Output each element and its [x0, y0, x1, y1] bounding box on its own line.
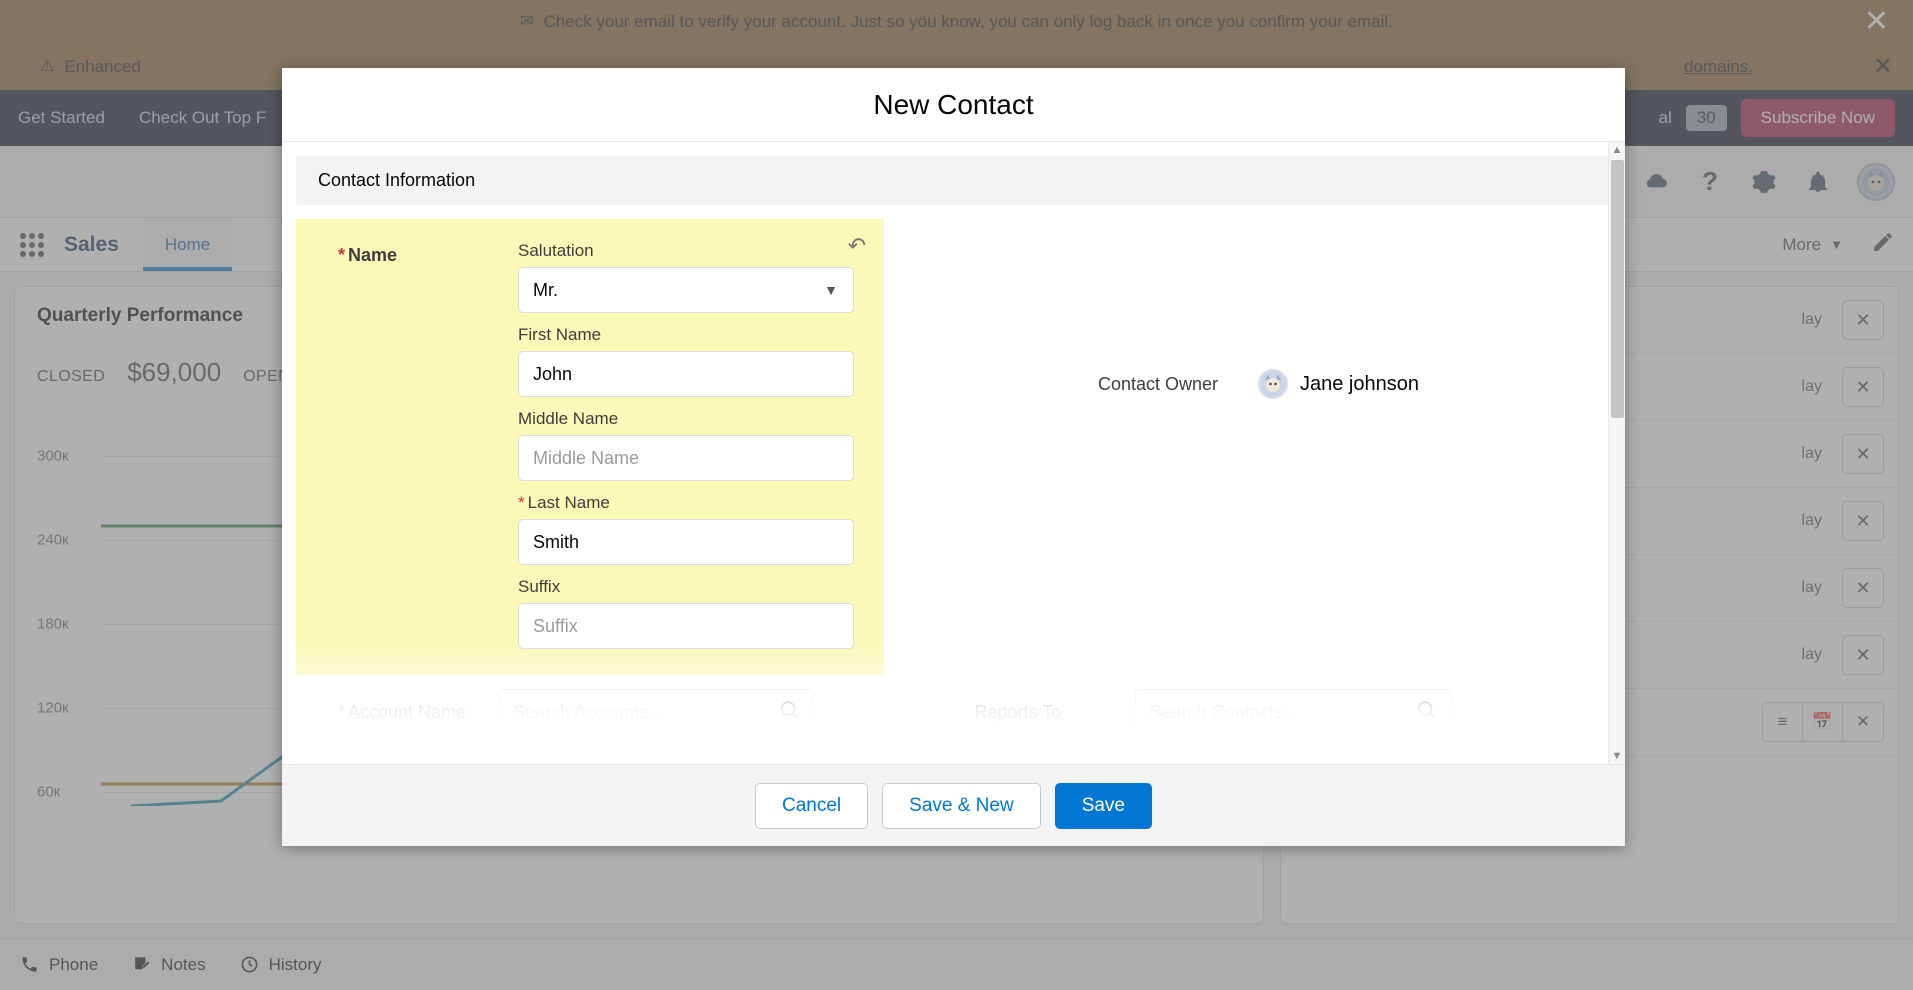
- new-contact-modal: New Contact Contact Information ↶ *Name …: [282, 68, 1625, 846]
- undo-icon[interactable]: ↶: [848, 233, 866, 259]
- scrollbar-thumb[interactable]: [1611, 160, 1624, 418]
- account-name-field: *Account Name: [338, 689, 975, 735]
- last-name-field: *Last Name: [518, 493, 854, 565]
- cancel-button[interactable]: Cancel: [755, 783, 868, 829]
- first-name-input[interactable]: [518, 351, 854, 397]
- first-name-label: First Name: [518, 325, 854, 345]
- last-name-input[interactable]: [518, 519, 854, 565]
- account-reports-row: *Account Name Reports To: [296, 689, 1611, 735]
- scroll-up-arrow-icon[interactable]: ▲: [1609, 142, 1625, 158]
- reports-to-field: Reports To: [975, 689, 1612, 735]
- suffix-input[interactable]: [518, 603, 854, 649]
- reports-to-label: Reports To: [975, 702, 1135, 723]
- contact-owner-field: Contact Owner Jane johnson: [1098, 369, 1419, 399]
- title-input[interactable]: [498, 749, 814, 764]
- modal-footer: Cancel Save & New Save: [282, 764, 1625, 846]
- contact-owner-label: Contact Owner: [1098, 374, 1258, 395]
- account-name-label: *Account Name: [338, 702, 498, 723]
- contact-owner-value: Jane johnson: [1300, 373, 1419, 396]
- required-indicator: *: [338, 702, 345, 722]
- middle-name-label: Middle Name: [518, 409, 854, 429]
- salutation-field: Salutation ▼: [518, 241, 854, 313]
- salutation-label: Salutation: [518, 241, 854, 261]
- contact-information-section-header: Contact Information: [296, 156, 1611, 205]
- salutation-select[interactable]: [518, 267, 854, 313]
- scroll-down-arrow-icon[interactable]: ▼: [1609, 748, 1625, 764]
- owner-avatar: [1258, 369, 1288, 399]
- required-indicator: *: [518, 493, 525, 512]
- title-department-row: Title Department: [296, 749, 1611, 764]
- department-input[interactable]: [1135, 749, 1451, 764]
- name-group-label: *Name: [338, 241, 518, 649]
- save-button[interactable]: Save: [1055, 783, 1152, 829]
- modal-header: New Contact: [282, 68, 1625, 142]
- required-indicator: *: [338, 245, 345, 265]
- title-label: Title: [338, 762, 498, 765]
- title-field: Title: [338, 749, 975, 764]
- suffix-field: Suffix: [518, 577, 854, 649]
- modal-scrollbar[interactable]: ▲ ▼: [1608, 142, 1625, 764]
- department-field: Department: [975, 749, 1612, 764]
- save-and-new-button[interactable]: Save & New: [882, 783, 1041, 829]
- page-title: New Contact: [873, 89, 1033, 121]
- middle-name-input[interactable]: [518, 435, 854, 481]
- name-field-group: ↶ *Name Salutation ▼ Fi: [296, 219, 884, 675]
- reports-to-input[interactable]: [1135, 689, 1451, 735]
- modal-body: Contact Information ↶ *Name Salutation ▼: [282, 142, 1625, 764]
- contact-form: ↶ *Name Salutation ▼ Fi: [296, 219, 1611, 764]
- last-name-label: *Last Name: [518, 493, 854, 513]
- middle-name-field: Middle Name: [518, 409, 854, 481]
- department-label: Department: [975, 762, 1135, 765]
- suffix-label: Suffix: [518, 577, 854, 597]
- first-name-field: First Name: [518, 325, 854, 397]
- account-name-input[interactable]: [498, 689, 814, 735]
